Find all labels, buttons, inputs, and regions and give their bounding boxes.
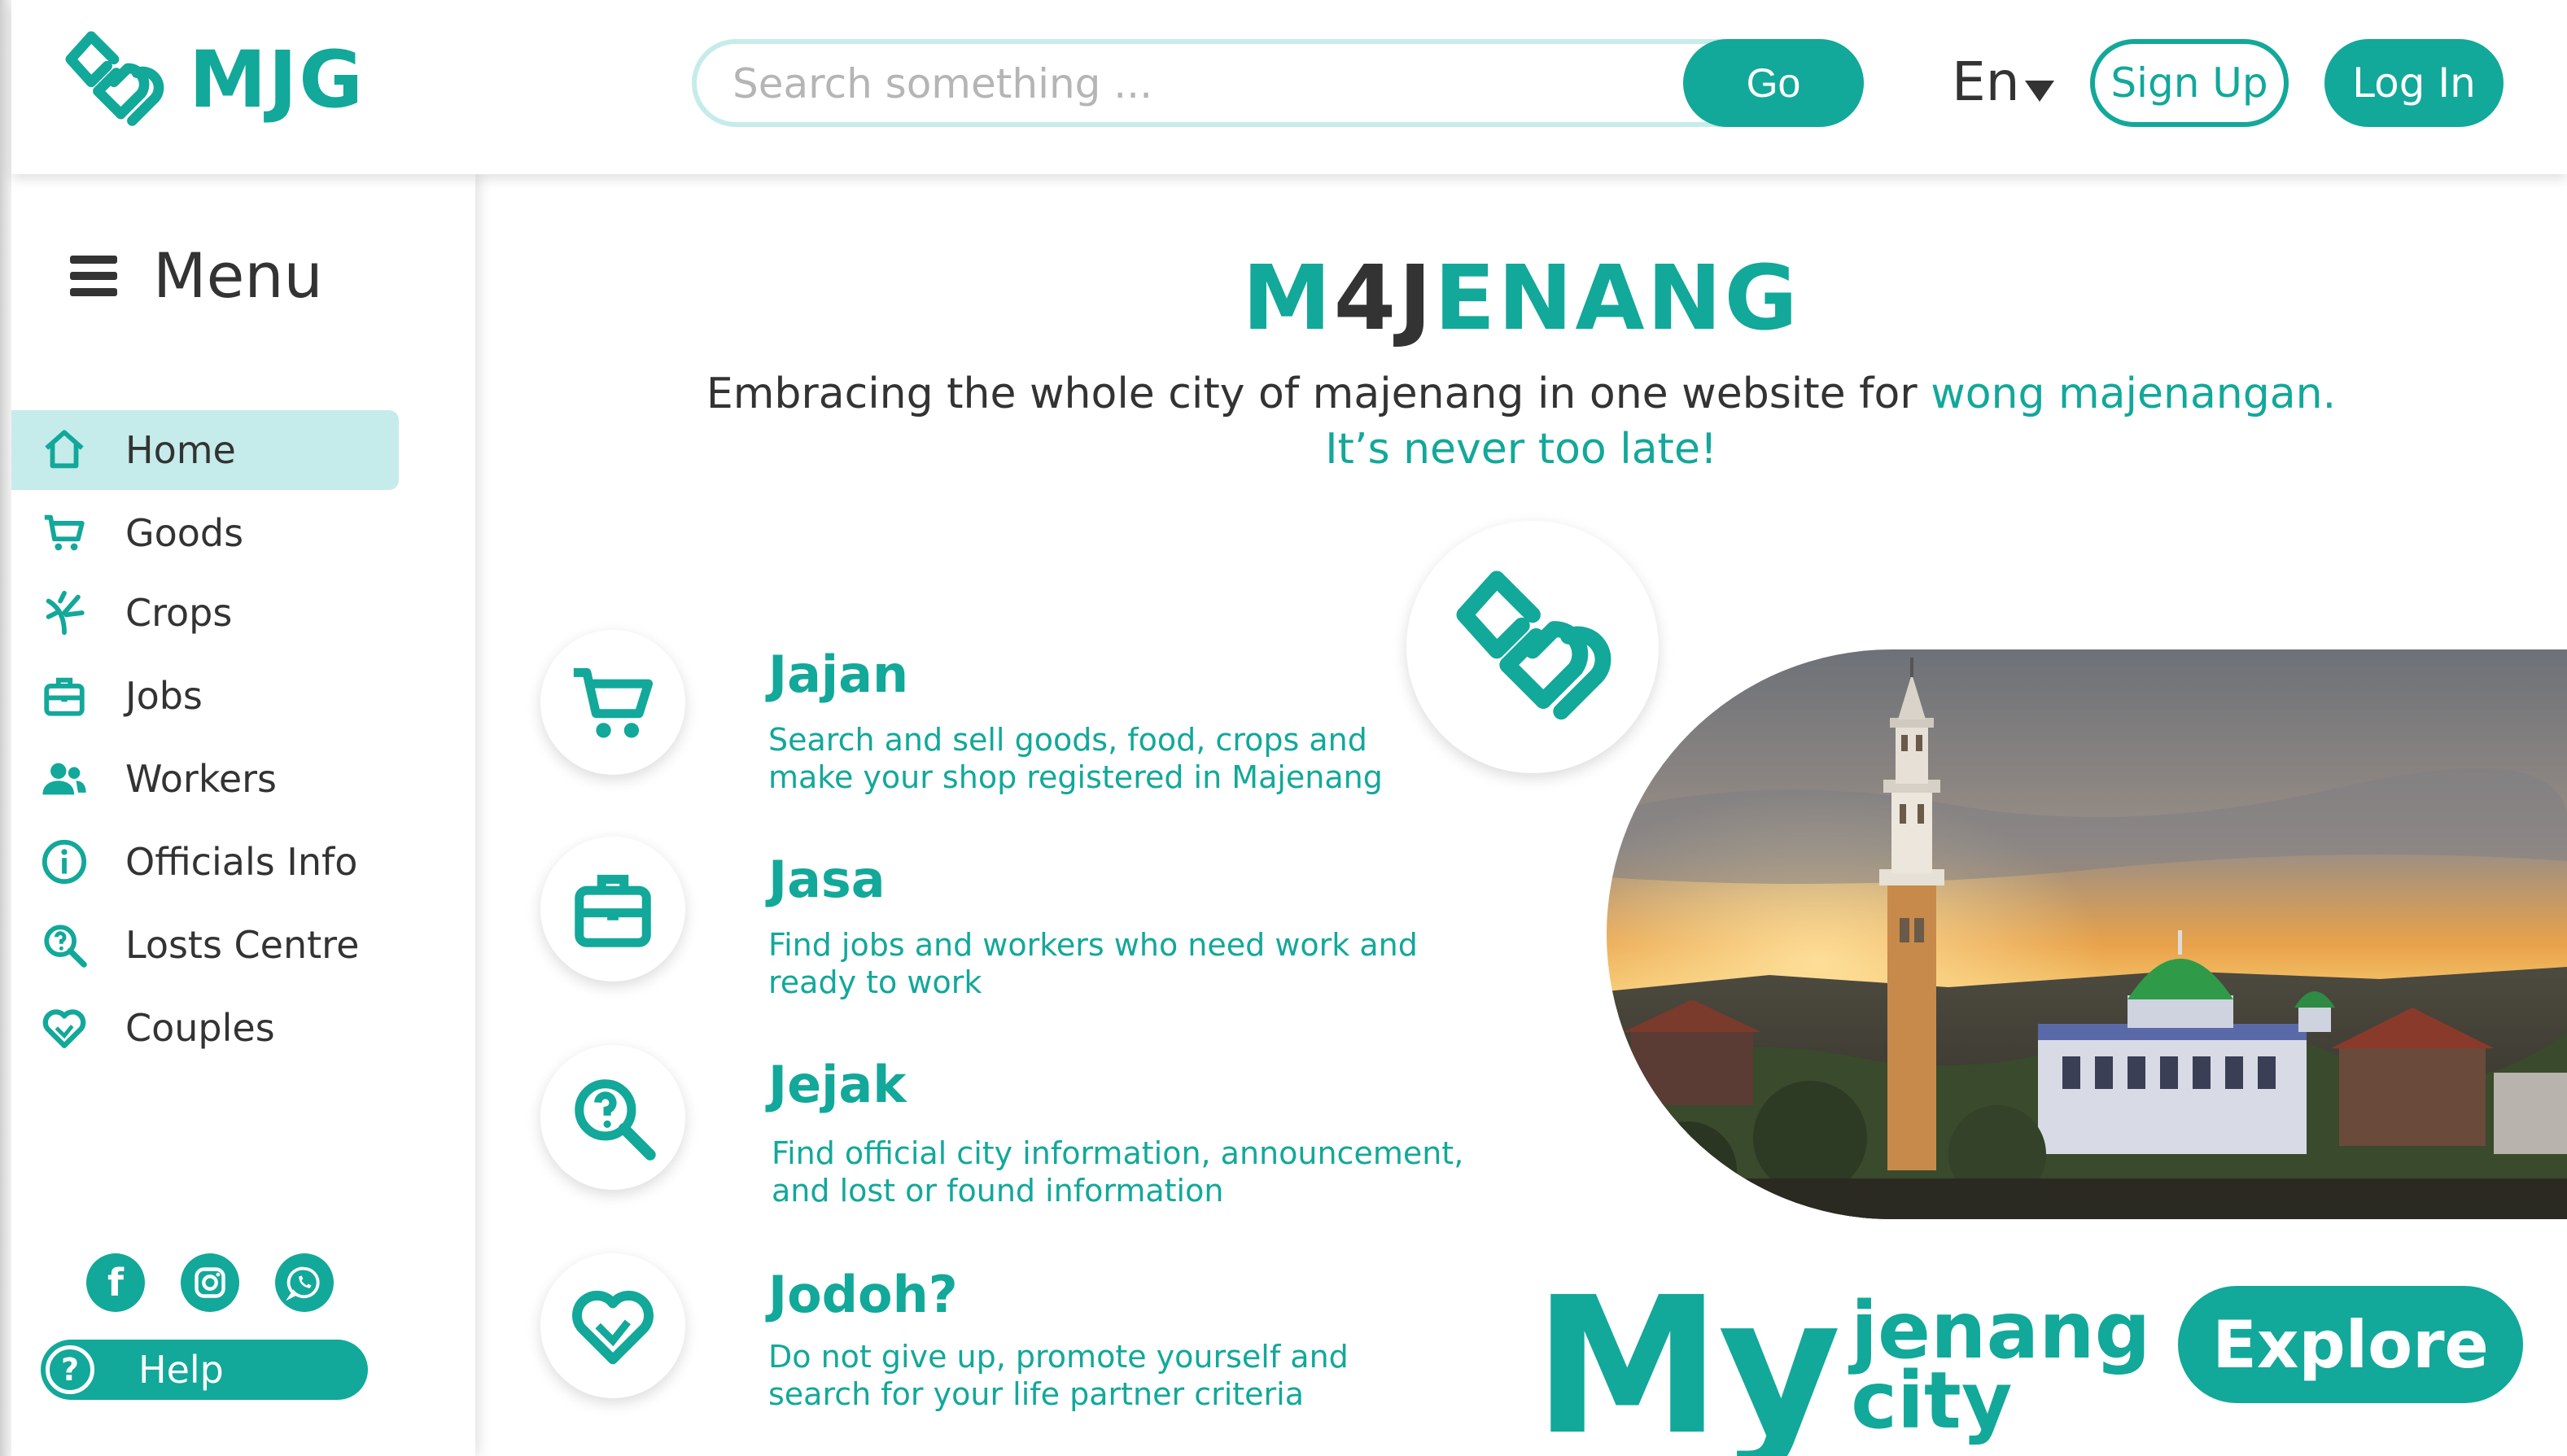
service-jasa-icon[interactable] — [540, 837, 685, 982]
brand-part-2: 4J — [1333, 246, 1435, 350]
service-desc-line: Search and sell goods, food, crops and — [768, 722, 1367, 758]
city-my-text: My — [1533, 1257, 1841, 1456]
mjg-logo-icon — [1456, 571, 1611, 720]
search-question-icon — [575, 1079, 656, 1161]
mosque-sunset-image — [1607, 649, 2567, 1219]
search-go-button[interactable]: Go — [1683, 39, 1864, 127]
mjg-logo-icon — [65, 31, 164, 126]
search-question-icon — [39, 920, 90, 970]
tagline-highlight: wong majenangan. — [1931, 369, 2337, 418]
sidebar-item-label: Couples — [125, 1006, 275, 1050]
briefcase-icon — [39, 671, 90, 721]
login-button[interactable]: Log In — [2324, 39, 2504, 127]
service-desc-line: search for your life partner criteria — [768, 1376, 1305, 1412]
window-edge — [0, 0, 11, 1456]
caret-down-icon — [2024, 80, 2054, 102]
social-links: f — [86, 1253, 370, 1312]
service-desc-line: and lost or found information — [772, 1173, 1224, 1209]
menu-header[interactable]: Menu — [70, 239, 323, 312]
tagline-line-2: It’s never too late! — [1325, 425, 1717, 474]
sidebar-item-label: Jobs — [125, 674, 203, 718]
signup-button[interactable]: Sign Up — [2090, 39, 2289, 127]
sidebar-item-label: Home — [125, 428, 236, 472]
service-title[interactable]: Jajan — [768, 645, 908, 704]
tagline-text: Embracing the whole city of majenang in … — [706, 369, 1931, 418]
facebook-icon[interactable]: f — [86, 1253, 145, 1312]
service-title[interactable]: Jodoh? — [768, 1265, 958, 1324]
sidebar: Menu Home Goods Crops Jobs Workers Offic… — [11, 174, 475, 1456]
cart-icon — [573, 667, 654, 738]
service-desc-line: make your shop registered in Majenang — [768, 759, 1383, 795]
instagram-icon[interactable] — [181, 1253, 239, 1312]
city-line-2: city — [1851, 1355, 2013, 1446]
sidebar-item-officials-info[interactable]: Officials Info — [11, 822, 399, 902]
heart-icon — [572, 1290, 654, 1365]
service-jajan-icon[interactable] — [540, 630, 685, 775]
sidebar-item-label: Officials Info — [125, 840, 358, 884]
service-jejak-icon[interactable] — [540, 1045, 685, 1190]
search-bar: Go — [692, 39, 1864, 127]
heart-icon — [39, 1003, 90, 1053]
hero-image — [1607, 649, 2567, 1219]
search-input[interactable] — [732, 55, 1644, 112]
service-description: Do not give up, promote yourself and sea… — [768, 1338, 1550, 1413]
brand-part-3: ENANG — [1434, 246, 1800, 350]
home-icon — [39, 425, 90, 475]
service-title[interactable]: Jasa — [768, 850, 886, 909]
top-header: MJG Go En Sign Up Log In — [11, 0, 2567, 174]
service-description: Search and sell goods, food, crops and m… — [768, 721, 1550, 796]
sidebar-item-crops[interactable]: Crops — [11, 573, 399, 653]
sidebar-item-label: Losts Centre — [125, 923, 360, 967]
briefcase-icon — [575, 874, 651, 947]
info-icon — [39, 837, 90, 887]
people-icon — [39, 754, 90, 804]
language-label: En — [1952, 50, 2020, 113]
question-icon: ? — [46, 1345, 94, 1394]
service-title[interactable]: Jejak — [768, 1055, 906, 1114]
service-description: Find official city information, announce… — [772, 1135, 1553, 1209]
service-description: Find jobs and workers who need work and … — [768, 926, 1550, 1001]
hamburger-icon — [70, 255, 117, 296]
service-desc-line: Do not give up, promote yourself and — [768, 1339, 1349, 1375]
sidebar-item-goods[interactable]: Goods — [11, 493, 399, 573]
language-selector[interactable]: En — [1952, 50, 2054, 113]
sidebar-item-home[interactable]: Home — [11, 410, 399, 490]
whatsapp-icon[interactable] — [275, 1253, 334, 1312]
sidebar-item-couples[interactable]: Couples — [11, 988, 399, 1068]
page-title: M4JENANG — [475, 246, 2567, 350]
sidebar-item-label: Goods — [125, 511, 244, 555]
sidebar-item-label: Workers — [125, 757, 278, 801]
sprout-icon — [39, 588, 90, 638]
center-logo — [1406, 521, 1659, 773]
explore-button[interactable]: Explore — [2178, 1286, 2523, 1403]
my-jenang-city-logo: My jenang city — [1533, 1248, 2150, 1456]
help-button[interactable]: ? Help — [41, 1340, 368, 1400]
sidebar-item-losts-centre[interactable]: Losts Centre — [11, 905, 399, 985]
service-jodoh-icon[interactable] — [540, 1253, 685, 1398]
main-content: M4JENANG Embracing the whole city of maj… — [475, 174, 2567, 1456]
sidebar-item-label: Crops — [125, 591, 233, 635]
sidebar-item-jobs[interactable]: Jobs — [11, 656, 399, 736]
tagline: Embracing the whole city of majenang in … — [475, 366, 2567, 477]
service-desc-line: ready to work — [768, 964, 982, 1000]
cart-icon — [39, 508, 90, 558]
menu-title: Menu — [153, 239, 323, 312]
brand-part-1: M — [1242, 246, 1334, 350]
site-logo[interactable]: MJG — [57, 23, 365, 137]
service-desc-line: Find jobs and workers who need work and — [768, 927, 1418, 963]
service-desc-line: Find official city information, announce… — [772, 1135, 1464, 1171]
sidebar-item-workers[interactable]: Workers — [11, 739, 399, 819]
logo-text: MJG — [189, 34, 365, 125]
help-label: Help — [138, 1348, 224, 1392]
